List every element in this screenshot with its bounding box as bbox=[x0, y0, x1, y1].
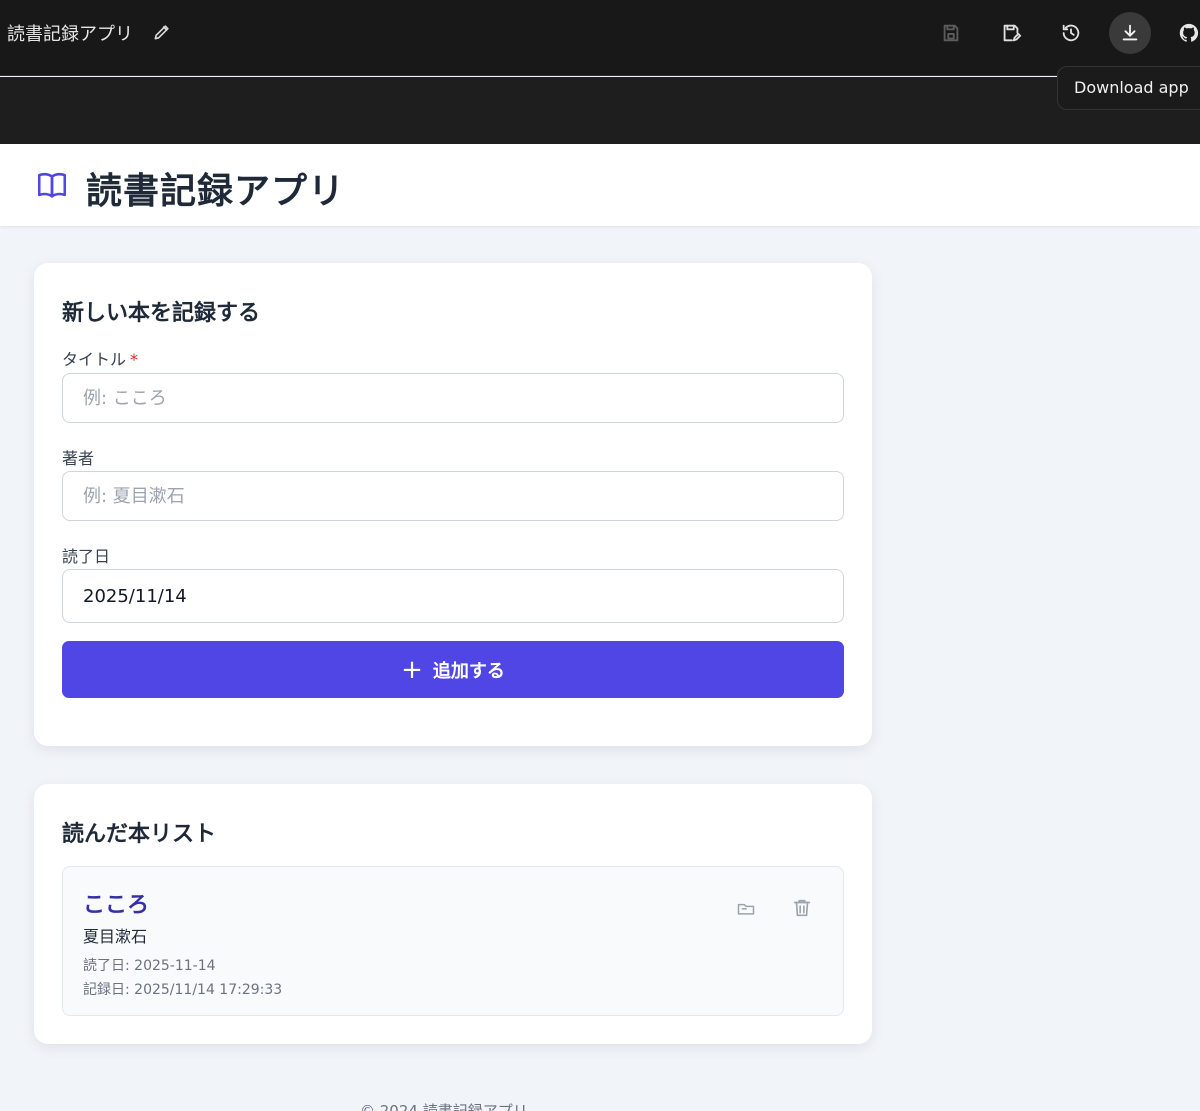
title-label: タイトル * bbox=[62, 346, 138, 370]
required-mark: * bbox=[130, 350, 139, 369]
recorded-date: 記録日: 2025/11/14 17:29:33 bbox=[83, 982, 283, 998]
book-title: こころ bbox=[83, 893, 150, 918]
edit-title-icon[interactable] bbox=[152, 22, 172, 42]
form-heading: 新しい本を記録する bbox=[62, 301, 261, 326]
edit-icon[interactable] bbox=[733, 895, 759, 921]
date-label: 読了日 bbox=[62, 547, 111, 566]
title-input[interactable] bbox=[62, 373, 844, 423]
preview-bar bbox=[0, 77, 1200, 144]
add-button[interactable]: + 追加する bbox=[62, 641, 844, 698]
book-author: 夏目漱石 bbox=[83, 927, 148, 946]
title-label-text: タイトル bbox=[62, 350, 127, 369]
author-label: 著者 bbox=[62, 449, 95, 468]
add-button-label: 追加する bbox=[432, 660, 505, 682]
save-edit-icon[interactable] bbox=[990, 12, 1032, 54]
date-input[interactable] bbox=[62, 569, 844, 623]
history-icon[interactable] bbox=[1050, 12, 1092, 54]
page-title: 読書記録アプリ bbox=[86, 171, 346, 212]
read-date: 読了日: 2025-11-14 bbox=[83, 958, 216, 974]
book-open-icon bbox=[35, 168, 69, 202]
download-tooltip: Download app bbox=[1057, 66, 1200, 110]
app-header: 読書記録アプリ bbox=[0, 144, 1200, 226]
save-icon[interactable] bbox=[930, 12, 972, 54]
app-title: 読書記録アプリ bbox=[7, 24, 133, 45]
add-book-card: 新しい本を記録する タイトル* 著者 読了日 + 追加する bbox=[34, 263, 872, 746]
trash-icon[interactable] bbox=[789, 895, 815, 921]
plus-icon: + bbox=[401, 654, 423, 685]
list-item: こころ 夏目漱石 読了日: 2025-11-14 記録日: 2025/11/14… bbox=[62, 866, 844, 1016]
list-heading: 読んだ本リスト bbox=[62, 822, 217, 847]
author-input[interactable] bbox=[62, 471, 844, 521]
github-icon[interactable] bbox=[1168, 12, 1200, 54]
footer-text: © 2024 読書記録アプリ bbox=[360, 1102, 528, 1111]
top-toolbar: 読書記録アプリ bbox=[0, 0, 1200, 76]
book-list-card: 読んだ本リスト こころ 夏目漱石 読了日: 2025-11-14 記録日: 20… bbox=[34, 784, 872, 1044]
download-icon[interactable] bbox=[1109, 12, 1151, 54]
